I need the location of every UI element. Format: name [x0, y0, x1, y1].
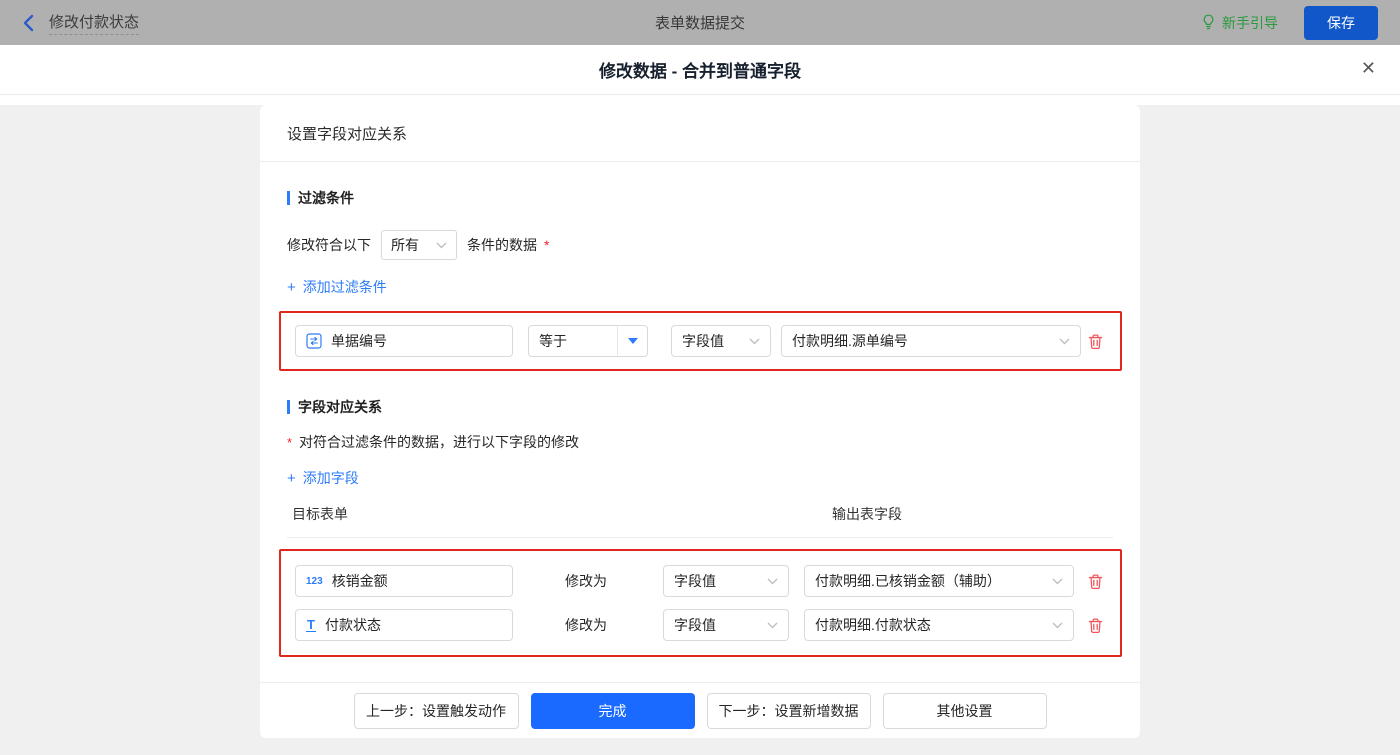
trash-icon — [1088, 617, 1103, 633]
beginner-guide-link[interactable]: 新手引导 — [1201, 13, 1278, 33]
value-type-select[interactable]: 字段值 — [663, 565, 789, 597]
close-icon[interactable]: ✕ — [1361, 59, 1376, 77]
beginner-guide-label: 新手引导 — [1222, 14, 1278, 31]
card-content: 过滤条件 修改符合以下 所有 条件的数据 * + 添加过滤条件 单据编号 等于 … — [260, 162, 1140, 682]
field-mapping-row: T 付款状态 修改为 字段值 付款明细.付款状态 — [295, 609, 1106, 641]
required-asterisk: * — [544, 237, 550, 253]
output-field-value: 付款明细.付款状态 — [815, 617, 931, 633]
value-type-select[interactable]: 字段值 — [671, 325, 771, 357]
lightbulb-icon — [1203, 14, 1214, 30]
card-title: 设置字段对应关系 — [260, 105, 1140, 162]
modal-title: 修改数据 - 合并到普通字段 — [598, 62, 802, 81]
mapping-table-header: 目标表单 输出表字段 — [287, 504, 1113, 538]
field-mapping-rows-highlighted: 123 核销金额 修改为 字段值 付款明细.已核销金额（辅助） T 付款状态 修… — [279, 549, 1122, 657]
delete-mapping-button[interactable] — [1085, 615, 1106, 636]
condition-match-line: 修改符合以下 所有 条件的数据 * — [287, 230, 1113, 260]
chevron-down-icon — [767, 578, 778, 584]
add-field-link[interactable]: + 添加字段 — [287, 468, 359, 488]
chevron-down-icon — [767, 622, 778, 628]
workflow-title[interactable]: 修改付款状态 — [49, 11, 140, 35]
mapping-section-label: 字段对应关系 — [298, 399, 382, 415]
add-field-label: 添加字段 — [302, 470, 359, 486]
back-icon[interactable] — [22, 14, 36, 32]
value-type-value: 字段值 — [674, 617, 716, 633]
operator-arrow-zone — [617, 326, 647, 356]
mapping-hint: * 对符合过滤条件的数据，进行以下字段的修改 — [287, 432, 1113, 452]
section-bar — [287, 191, 290, 205]
delete-condition-button[interactable] — [1085, 331, 1106, 352]
match-mode-select[interactable]: 所有 — [381, 230, 457, 260]
modify-as-label: 修改为 — [565, 617, 607, 633]
value-type-value: 字段值 — [674, 573, 716, 589]
page-title: 表单数据提交 — [654, 15, 745, 32]
modify-as-label: 修改为 — [565, 573, 607, 589]
condition-field-box[interactable]: 单据编号 — [295, 325, 513, 357]
output-field-select[interactable]: 付款明细.已核销金额（辅助） — [804, 565, 1074, 597]
plus-icon: + — [287, 278, 296, 296]
delete-mapping-button[interactable] — [1085, 571, 1106, 592]
column-target-form: 目标表单 — [292, 506, 348, 522]
filter-section-title: 过滤条件 — [287, 188, 1113, 208]
required-asterisk: * — [287, 434, 293, 450]
match-mode-value: 所有 — [391, 237, 419, 253]
value-type-select[interactable]: 字段值 — [663, 609, 789, 641]
condition-prefix: 修改符合以下 — [287, 237, 371, 253]
mapping-card: 设置字段对应关系 过滤条件 修改符合以下 所有 条件的数据 * + 添加过滤条件 — [260, 105, 1140, 738]
prev-step-button[interactable]: 上一步：设置触发动作 — [353, 692, 519, 729]
modal-header: 修改数据 - 合并到普通字段 ✕ — [0, 45, 1400, 95]
condition-suffix: 条件的数据 — [467, 237, 537, 253]
target-field-name: 付款状态 — [324, 617, 381, 633]
condition-field-name: 单据编号 — [331, 333, 387, 349]
chevron-down-icon — [1052, 622, 1063, 628]
done-button[interactable]: 完成 — [530, 692, 695, 729]
value-type-value: 字段值 — [682, 333, 724, 349]
operator-value: 等于 — [539, 333, 567, 349]
section-bar — [287, 400, 290, 414]
top-bar: 修改付款状态 表单数据提交 新手引导 保存 — [0, 0, 1400, 45]
add-filter-condition-link[interactable]: + 添加过滤条件 — [287, 277, 387, 297]
text-field-icon: T — [306, 617, 316, 632]
filter-condition-row-highlighted: 单据编号 等于 字段值 付款明细.源单编号 — [279, 311, 1122, 371]
chevron-down-icon — [749, 338, 760, 344]
plus-icon: + — [287, 469, 296, 487]
condition-value: 付款明细.源单编号 — [792, 333, 908, 349]
trash-icon — [1088, 573, 1103, 589]
add-filter-condition-label: 添加过滤条件 — [302, 279, 387, 295]
mapping-section-title: 字段对应关系 — [287, 397, 1113, 417]
target-field-box[interactable]: 123 核销金额 — [295, 565, 513, 597]
mapping-hint-text: 对符合过滤条件的数据，进行以下字段的修改 — [299, 434, 580, 450]
condition-value-select[interactable]: 付款明细.源单编号 — [781, 325, 1081, 357]
dropdown-arrow-icon — [627, 338, 638, 344]
chevron-down-icon — [436, 242, 447, 248]
operator-select[interactable]: 等于 — [528, 325, 648, 357]
card-footer: 上一步：设置触发动作 完成 下一步：设置新增数据 其他设置 — [260, 682, 1140, 738]
save-button[interactable]: 保存 — [1304, 5, 1378, 40]
target-field-box[interactable]: T 付款状态 — [295, 609, 513, 641]
column-output-field: 输出表字段 — [832, 506, 902, 522]
field-mapping-row: 123 核销金额 修改为 字段值 付款明细.已核销金额（辅助） — [295, 565, 1106, 597]
number-field-icon: 123 — [306, 575, 323, 587]
modal-body: 设置字段对应关系 过滤条件 修改符合以下 所有 条件的数据 * + 添加过滤条件 — [0, 105, 1400, 755]
output-field-select[interactable]: 付款明细.付款状态 — [804, 609, 1074, 641]
chevron-down-icon — [1052, 578, 1063, 584]
next-step-button[interactable]: 下一步：设置新增数据 — [706, 692, 871, 729]
output-field-value: 付款明细.已核销金额（辅助） — [815, 573, 1001, 589]
other-settings-button[interactable]: 其他设置 — [882, 692, 1047, 729]
target-field-name: 核销金额 — [331, 573, 388, 589]
serial-number-icon — [306, 333, 322, 349]
trash-icon — [1088, 333, 1103, 349]
filter-section-label: 过滤条件 — [298, 190, 354, 206]
chevron-down-icon — [1059, 338, 1070, 344]
